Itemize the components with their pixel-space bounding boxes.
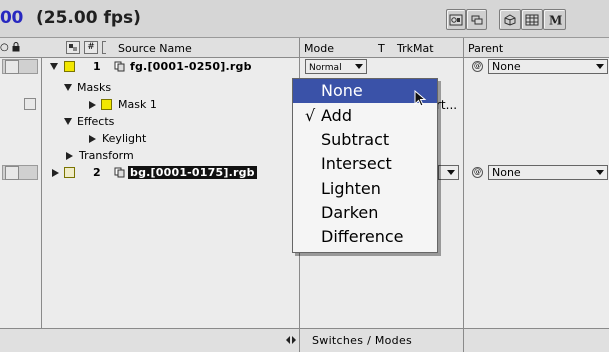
draft-3d-button[interactable] xyxy=(499,9,521,30)
mode-header[interactable]: Mode xyxy=(304,42,334,55)
menu-item-label: Difference xyxy=(321,227,404,246)
live-update-icon xyxy=(470,14,484,26)
menu-item-difference[interactable]: Difference xyxy=(293,225,437,249)
switches-modes-toggle[interactable]: Switches / Modes xyxy=(312,334,412,347)
collapse-triangle-icon[interactable] xyxy=(89,101,96,109)
menu-item-label: Darken xyxy=(321,203,379,222)
layer-source-name[interactable]: fg.[0001-0250].rgb xyxy=(130,60,252,73)
mask-name[interactable]: Mask 1 xyxy=(118,98,157,111)
timeline-footer: Switches / Modes xyxy=(0,328,609,352)
live-update-button[interactable] xyxy=(466,9,487,30)
parent-header[interactable]: Parent xyxy=(468,42,503,55)
property-label: Transform xyxy=(79,149,134,162)
mask-mode-partial: rt... xyxy=(436,98,458,112)
column-separator xyxy=(463,329,464,352)
parent-select[interactable]: None xyxy=(488,165,608,180)
column-header-row: ○ # Source Name Mode T TrkMat Parent xyxy=(0,38,609,58)
menu-item-intersect[interactable]: Intersect xyxy=(293,152,437,176)
av-toggle[interactable] xyxy=(5,60,19,74)
motion-blur-icon: M xyxy=(548,14,562,26)
frame-blending-icon xyxy=(525,14,539,26)
label-color-swatch[interactable] xyxy=(64,61,75,72)
mask-visibility-toggle[interactable] xyxy=(24,98,36,110)
property-label: Masks xyxy=(77,81,112,94)
mouse-pointer-icon xyxy=(414,89,428,112)
parent-select[interactable]: None xyxy=(488,59,608,74)
mask-color-swatch[interactable] xyxy=(101,99,112,110)
pick-whip-icon[interactable]: @ xyxy=(472,61,483,72)
menu-item-subtract[interactable]: Subtract xyxy=(293,128,437,152)
number-column-header[interactable]: # xyxy=(84,41,98,54)
menu-item-label: Add xyxy=(321,106,352,125)
label-column-icon[interactable] xyxy=(66,41,80,54)
footage-icon xyxy=(114,167,125,178)
header-divider xyxy=(102,41,106,54)
menu-item-label: Lighten xyxy=(321,179,381,198)
effect-name[interactable]: Keylight xyxy=(102,132,146,145)
t-header[interactable]: T xyxy=(378,42,385,55)
layer-number: 2 xyxy=(93,166,101,179)
flowchart-icon xyxy=(449,14,463,26)
footage-icon xyxy=(114,61,125,72)
chevron-down-icon xyxy=(447,170,455,175)
menu-item-label: Subtract xyxy=(321,130,390,149)
parent-select-value: None xyxy=(492,60,521,73)
label-color-swatch[interactable] xyxy=(64,167,75,178)
expand-triangle-icon[interactable] xyxy=(50,63,58,70)
checkmark-icon: √ xyxy=(305,106,316,125)
motion-blur-button[interactable]: M xyxy=(543,9,566,30)
frame-blending-button[interactable] xyxy=(521,9,543,30)
lock-icon xyxy=(12,42,20,52)
comp-flowchart-button[interactable] xyxy=(446,9,466,30)
chevron-down-icon xyxy=(596,170,604,175)
collapse-triangle-icon[interactable] xyxy=(66,152,73,160)
expand-triangle-icon[interactable] xyxy=(64,84,72,91)
comp-time-bar: 00 (25.00 fps) M xyxy=(0,0,609,38)
column-separator xyxy=(299,329,300,352)
draft-3d-icon xyxy=(503,13,517,26)
pick-whip-icon[interactable]: @ xyxy=(472,167,483,178)
layer-row-1[interactable]: 1 fg.[0001-0250].rgb Normal @ None xyxy=(0,59,609,75)
expand-triangle-icon[interactable] xyxy=(64,118,72,125)
chevron-down-icon xyxy=(355,64,363,69)
av-toggle[interactable] xyxy=(5,166,19,180)
expand-columns-icon[interactable] xyxy=(285,334,297,349)
av-switch-icon: ○ xyxy=(0,42,9,53)
mode-select[interactable] xyxy=(438,165,459,180)
chevron-down-icon xyxy=(596,64,604,69)
trkmat-header[interactable]: TrkMat xyxy=(397,42,434,55)
menu-item-lighten[interactable]: Lighten xyxy=(293,177,437,201)
fps-label: (25.00 fps) xyxy=(36,8,141,28)
svg-text:M: M xyxy=(549,14,562,26)
layer-source-name[interactable]: bg.[0001-0175].rgb xyxy=(128,166,257,179)
parent-select-value: None xyxy=(492,166,521,179)
collapse-triangle-icon[interactable] xyxy=(52,169,59,177)
menu-item-label: Intersect xyxy=(321,154,392,173)
source-name-header[interactable]: Source Name xyxy=(118,42,192,55)
property-label: Effects xyxy=(77,115,115,128)
collapse-triangle-icon[interactable] xyxy=(89,135,96,143)
menu-item-darken[interactable]: Darken xyxy=(293,201,437,225)
menu-item-label: None xyxy=(321,81,363,100)
layer-number: 1 xyxy=(93,60,101,73)
current-time-display[interactable]: 00 xyxy=(0,8,23,28)
mode-select[interactable]: Normal xyxy=(305,59,367,74)
mode-select-value: Normal xyxy=(309,63,342,73)
